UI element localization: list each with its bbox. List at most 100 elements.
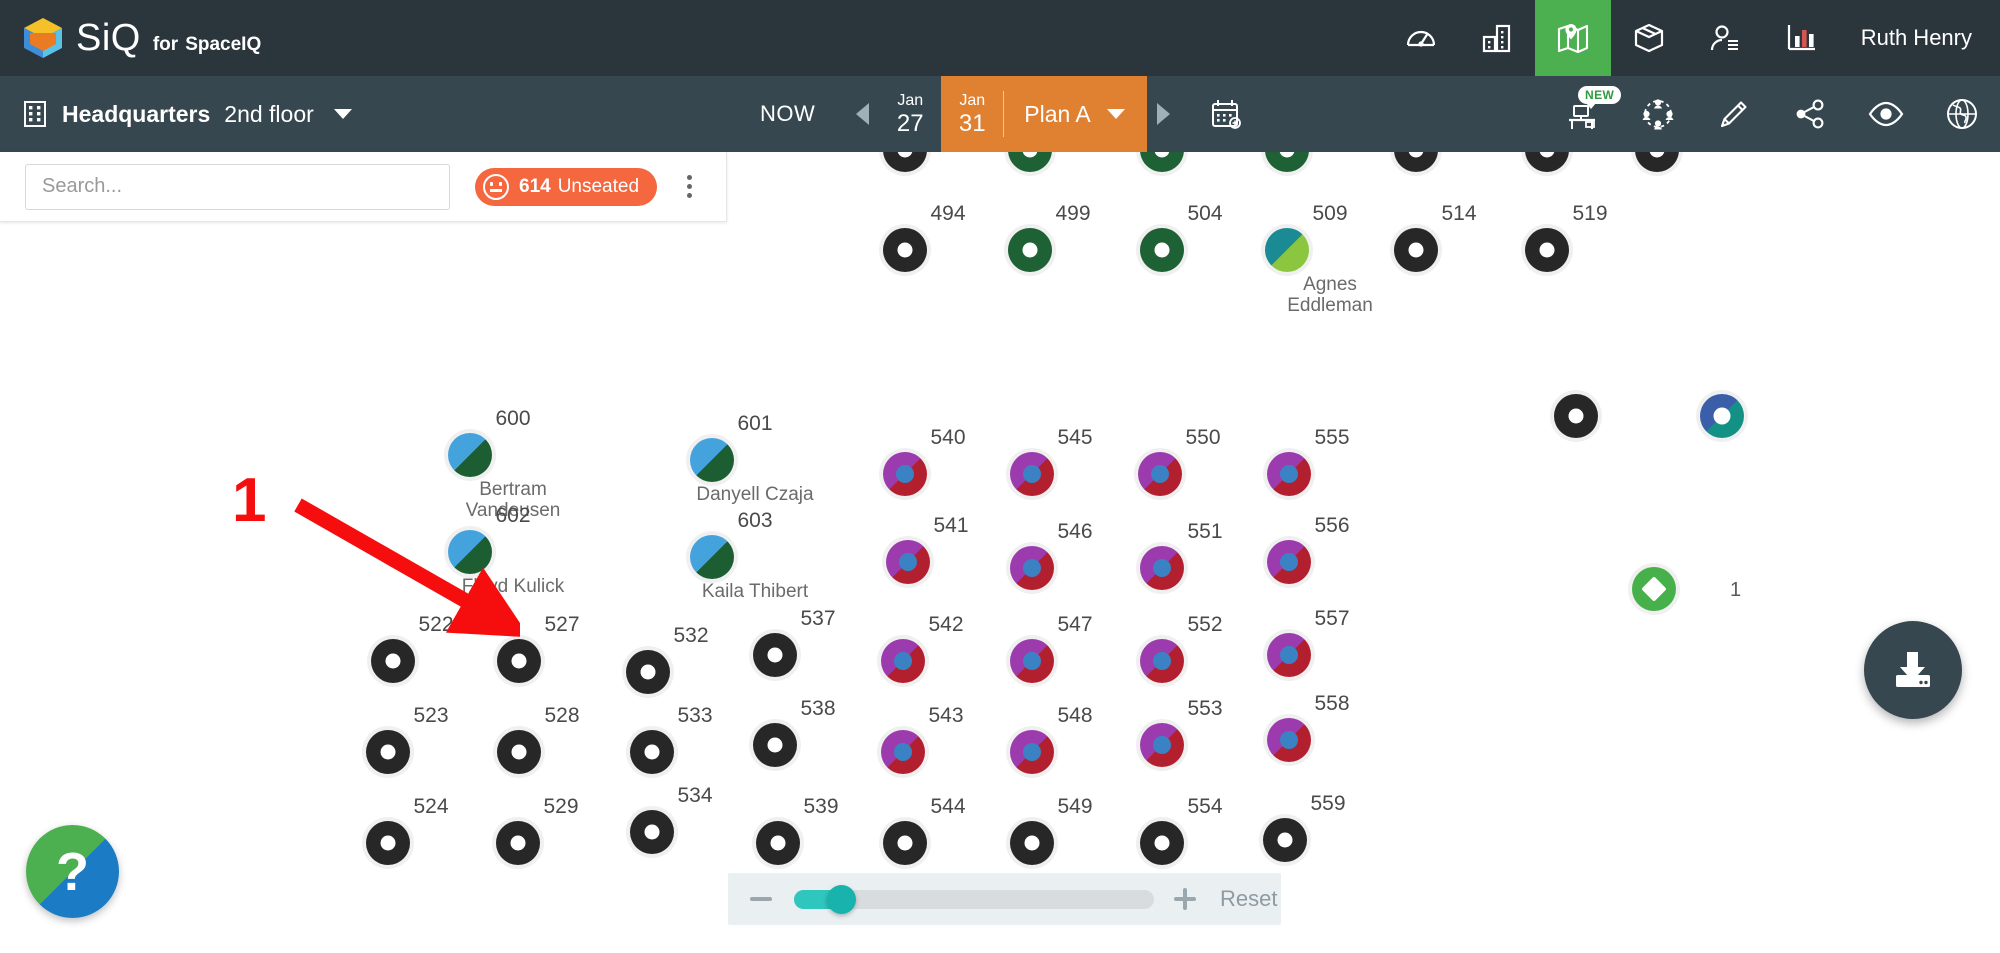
date-current[interactable]: Jan 31 <box>941 76 1004 152</box>
seat-status-icon[interactable] <box>1267 718 1311 762</box>
seat-marker[interactable] <box>1265 152 1395 172</box>
seat-status-icon[interactable] <box>883 821 927 865</box>
seat-marker[interactable]: 522 <box>371 613 501 683</box>
seat-status-icon[interactable] <box>690 438 734 482</box>
seat-marker[interactable]: 524 <box>366 795 496 865</box>
seat-status-icon[interactable] <box>1140 152 1184 172</box>
seat-marker[interactable]: 553 <box>1140 697 1270 767</box>
seat-status-icon[interactable] <box>371 639 415 683</box>
more-options-kebab-icon[interactable] <box>679 167 700 206</box>
seat-status-icon[interactable] <box>881 730 925 774</box>
seat-status-icon[interactable] <box>1394 228 1438 272</box>
seat-marker[interactable]: 548 <box>1010 704 1140 774</box>
seat-status-icon[interactable] <box>497 730 541 774</box>
seat-marker[interactable]: 528 <box>497 704 627 774</box>
seat-marker[interactable]: 544 <box>883 795 1013 865</box>
seat-marker[interactable]: 555 <box>1267 426 1397 496</box>
search-box[interactable] <box>25 163 450 210</box>
seat-status-icon[interactable] <box>1265 228 1309 272</box>
seat-marker[interactable]: 509 Agnes Eddleman <box>1265 202 1395 316</box>
seat-status-icon[interactable] <box>753 633 797 677</box>
seat-status-icon[interactable] <box>1140 723 1184 767</box>
seat-status-icon[interactable] <box>448 530 492 574</box>
seat-status-icon[interactable] <box>881 639 925 683</box>
zoom-out-button[interactable] <box>750 897 772 901</box>
seat-status-icon[interactable] <box>1632 567 1676 611</box>
seat-status-icon[interactable] <box>1267 633 1311 677</box>
seat-marker[interactable] <box>1394 152 1524 172</box>
seat-marker[interactable]: 601 Danyell Czaja <box>690 412 820 505</box>
seat-status-icon[interactable] <box>883 152 927 172</box>
seat-status-icon[interactable] <box>1138 452 1182 496</box>
seat-marker[interactable]: 504 <box>1140 202 1270 272</box>
seat-marker[interactable]: 550 <box>1138 426 1268 496</box>
seat-marker[interactable] <box>883 152 1013 172</box>
seat-status-icon[interactable] <box>366 730 410 774</box>
floor-chevron-down-icon[interactable] <box>333 109 352 119</box>
seat-marker[interactable]: 541 <box>886 514 1016 584</box>
tool-share[interactable] <box>1772 76 1848 152</box>
seat-status-icon[interactable] <box>1525 228 1569 272</box>
seat-marker[interactable]: 547 <box>1010 613 1140 683</box>
nav-assets[interactable] <box>1611 0 1687 76</box>
seat-status-icon[interactable] <box>690 535 734 579</box>
seat-status-icon[interactable] <box>1010 730 1054 774</box>
seat-status-icon[interactable] <box>1140 546 1184 590</box>
seat-marker[interactable]: 532 <box>626 624 756 694</box>
seat-status-icon[interactable] <box>883 228 927 272</box>
tool-edit[interactable] <box>1696 76 1772 152</box>
seat-marker[interactable]: 538 <box>753 697 883 767</box>
seat-marker[interactable]: 554 <box>1140 795 1270 865</box>
prev-date-button[interactable] <box>845 76 879 152</box>
seat-status-icon[interactable] <box>1635 152 1679 172</box>
seat-status-icon[interactable] <box>1010 821 1054 865</box>
add-plan-calendar-button[interactable] <box>1209 97 1243 131</box>
unseated-badge[interactable]: 614 Unseated <box>475 167 658 206</box>
seat-marker[interactable]: 533 <box>630 704 760 774</box>
seat-status-icon[interactable] <box>497 639 541 683</box>
zoom-slider-handle[interactable] <box>827 884 856 914</box>
seat-marker[interactable]: 514 <box>1394 202 1524 272</box>
seat-status-icon[interactable] <box>1010 639 1054 683</box>
seat-status-icon[interactable] <box>448 433 492 477</box>
seat-marker[interactable]: 539 <box>756 795 886 865</box>
nav-people[interactable] <box>1687 0 1763 76</box>
seat-status-icon[interactable] <box>1140 228 1184 272</box>
seat-status-icon[interactable] <box>1267 540 1311 584</box>
seat-marker[interactable]: 494 <box>883 202 1013 272</box>
seat-marker[interactable]: 529 <box>496 795 626 865</box>
seat-status-icon[interactable] <box>626 650 670 694</box>
seat-marker[interactable]: 545 <box>1010 426 1140 496</box>
seat-status-icon[interactable] <box>753 723 797 767</box>
seat-status-icon[interactable] <box>1394 152 1438 172</box>
seat-marker[interactable]: 558 <box>1267 692 1397 762</box>
seat-marker[interactable] <box>1700 394 1830 438</box>
seat-status-icon[interactable] <box>886 540 930 584</box>
zoom-in-button[interactable] <box>1174 888 1196 910</box>
seat-status-icon[interactable] <box>1008 152 1052 172</box>
nav-reports[interactable] <box>1763 0 1839 76</box>
plan-selector[interactable]: Plan A <box>1003 76 1147 152</box>
seat-marker[interactable]: 552 <box>1140 613 1270 683</box>
seat-marker[interactable] <box>1554 394 1684 438</box>
seat-status-icon[interactable] <box>1554 394 1598 438</box>
tool-desk-booking[interactable]: NEW <box>1544 76 1622 152</box>
tool-visibility[interactable] <box>1848 76 1924 152</box>
seat-marker[interactable]: 499 <box>1008 202 1138 272</box>
seat-status-icon[interactable] <box>1525 152 1569 172</box>
seat-marker[interactable]: 556 <box>1267 514 1397 584</box>
seat-marker[interactable] <box>1632 567 1762 611</box>
now-label[interactable]: NOW <box>760 101 815 127</box>
date-prev[interactable]: Jan 27 <box>879 76 941 152</box>
help-button[interactable]: ? <box>26 825 119 918</box>
seat-status-icon[interactable] <box>630 810 674 854</box>
download-floorplan-button[interactable] <box>1864 621 1962 719</box>
seat-marker[interactable] <box>1008 152 1138 172</box>
seat-marker[interactable]: 527 <box>497 613 627 683</box>
seat-status-icon[interactable] <box>1265 152 1309 172</box>
tool-globe[interactable] <box>1924 76 2000 152</box>
seat-status-icon[interactable] <box>883 452 927 496</box>
seat-status-icon[interactable] <box>1010 546 1054 590</box>
seat-status-icon[interactable] <box>1140 639 1184 683</box>
brand-logo-area[interactable]: SiQ for SpaceIQ <box>0 16 261 60</box>
